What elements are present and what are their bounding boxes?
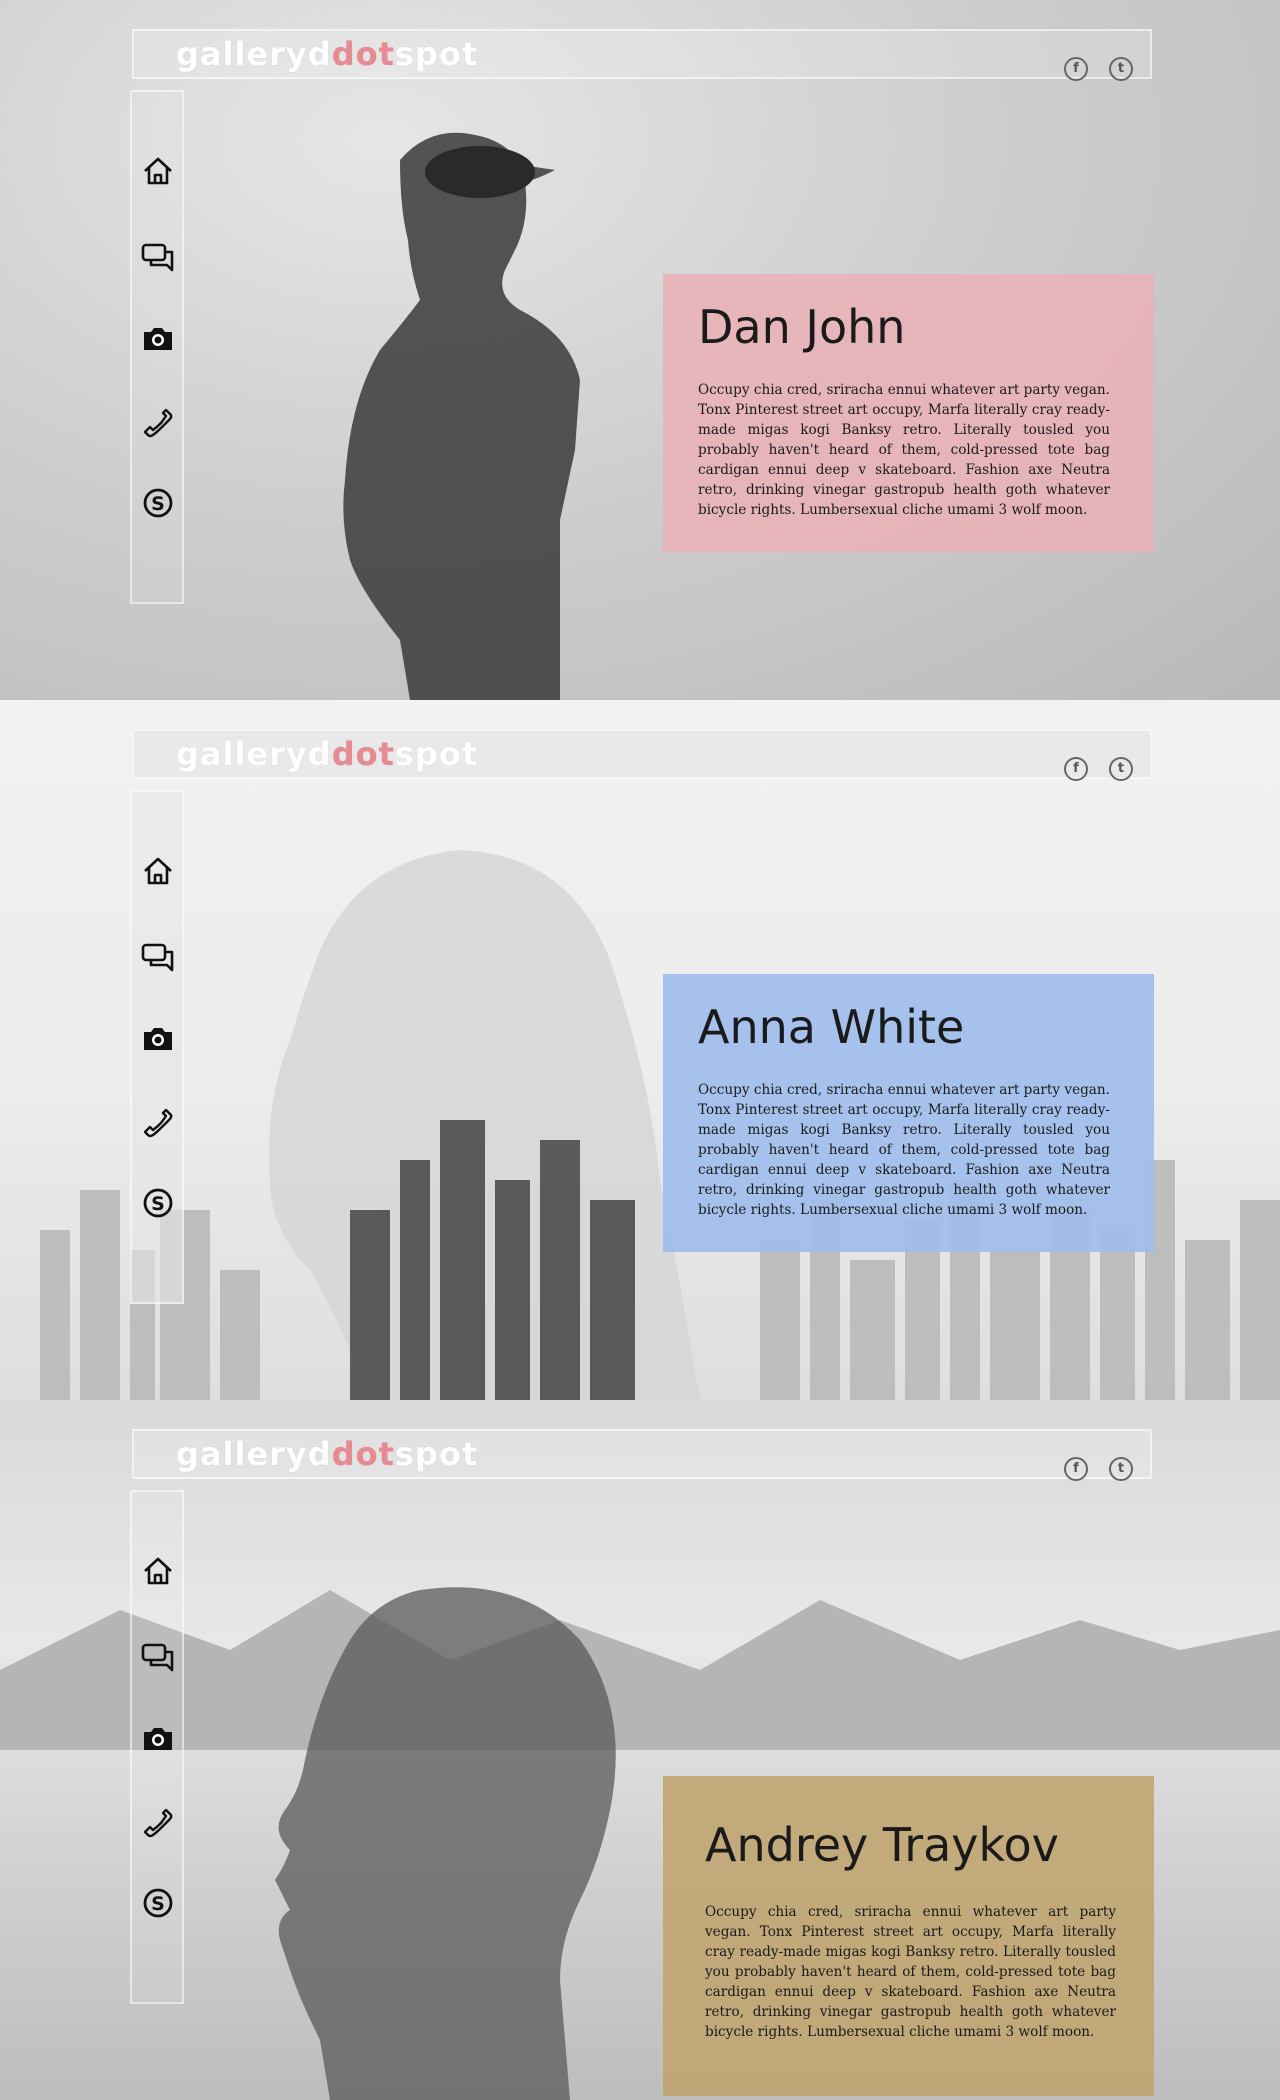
home-icon[interactable] xyxy=(141,854,175,888)
profile-section-1: galleryddotspot f t S Dan John Occupy ch… xyxy=(0,0,1280,700)
facebook-icon[interactable]: f xyxy=(1064,1457,1088,1481)
sidebar-nav: S xyxy=(130,1490,184,2004)
sidebar-nav: S xyxy=(130,790,184,1304)
svg-text:S: S xyxy=(151,1893,165,1915)
profile-name: Anna White xyxy=(698,1000,965,1054)
profile-card: Andrey Traykov Occupy chia cred, srirach… xyxy=(663,1776,1154,2096)
profile-section-3: galleryddotspot f t S Andrey Traykov Occ… xyxy=(0,1400,1280,2100)
camera-icon[interactable] xyxy=(141,1722,175,1756)
skype-icon[interactable]: S xyxy=(141,1886,175,1920)
site-logo[interactable]: galleryddotspot xyxy=(176,35,478,73)
profile-bio: Occupy chia cred, sriracha ennui whateve… xyxy=(698,1082,1110,1218)
profile-bio: Occupy chia cred, sriracha ennui whateve… xyxy=(705,1904,1116,2040)
sidebar-nav: S xyxy=(130,90,184,604)
site-header: galleryddotspot f t xyxy=(132,729,1152,781)
twitter-icon[interactable]: t xyxy=(1109,57,1133,81)
logo-text-middle: dot xyxy=(331,735,395,773)
site-logo[interactable]: galleryddotspot xyxy=(176,1435,478,1473)
profile-card: Anna White Occupy chia cred, sriracha en… xyxy=(663,974,1154,1252)
phone-icon[interactable] xyxy=(141,406,175,440)
phone-icon[interactable] xyxy=(141,1806,175,1840)
facebook-icon[interactable]: f xyxy=(1064,57,1088,81)
logo-text-middle: dot xyxy=(331,1435,395,1473)
chat-icon[interactable] xyxy=(141,240,175,274)
svg-text:S: S xyxy=(151,1193,165,1215)
portrait-photo xyxy=(269,850,700,1400)
profile-name: Dan John xyxy=(698,300,906,354)
profile-bio: Occupy chia cred, sriracha ennui whateve… xyxy=(698,382,1110,518)
portrait-photo xyxy=(343,132,580,700)
chat-icon[interactable] xyxy=(141,940,175,974)
profile-card: Dan John Occupy chia cred, sriracha ennu… xyxy=(663,274,1154,552)
twitter-icon[interactable]: t xyxy=(1109,757,1133,781)
twitter-icon[interactable]: t xyxy=(1109,1457,1133,1481)
logo-text-right: spot xyxy=(394,735,479,773)
home-icon[interactable] xyxy=(141,154,175,188)
phone-icon[interactable] xyxy=(141,1106,175,1140)
site-logo[interactable]: galleryddotspot xyxy=(176,735,478,773)
logo-text-left: galleryd xyxy=(176,35,332,73)
camera-icon[interactable] xyxy=(141,322,175,356)
home-icon[interactable] xyxy=(141,1554,175,1588)
facebook-icon[interactable]: f xyxy=(1064,757,1088,781)
chat-icon[interactable] xyxy=(141,1640,175,1674)
profile-section-2: galleryddotspot f t S Anna White Occupy … xyxy=(0,700,1280,1400)
logo-text-left: galleryd xyxy=(176,1435,332,1473)
logo-text-middle: dot xyxy=(331,35,395,73)
svg-text:S: S xyxy=(151,493,165,515)
logo-text-left: galleryd xyxy=(176,735,332,773)
site-header: galleryddotspot f t xyxy=(132,1429,1152,1481)
camera-icon[interactable] xyxy=(141,1022,175,1056)
skype-icon[interactable]: S xyxy=(141,486,175,520)
site-header: galleryddotspot f t xyxy=(132,29,1152,81)
portrait-photo xyxy=(275,1587,616,2100)
skype-icon[interactable]: S xyxy=(141,1186,175,1220)
logo-text-right: spot xyxy=(394,1435,479,1473)
logo-text-right: spot xyxy=(394,35,479,73)
profile-name: Andrey Traykov xyxy=(705,1818,1059,1872)
